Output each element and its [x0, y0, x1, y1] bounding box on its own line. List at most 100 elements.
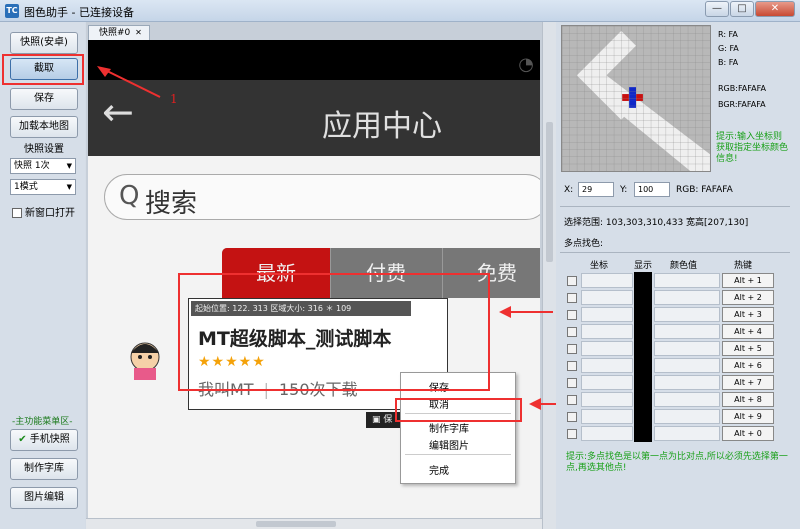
save-icon: ▣ — [372, 415, 381, 425]
color-field[interactable] — [654, 290, 720, 305]
wifi-icon: ◔ — [518, 54, 534, 75]
menu-item-done[interactable]: 完成 — [429, 462, 449, 477]
y-label: Y: — [620, 185, 628, 195]
coord-field[interactable] — [581, 375, 633, 390]
hotkey-button[interactable]: Alt + 1 — [722, 273, 774, 288]
col-header-hotkey: 热键 — [734, 261, 753, 271]
zoom-preview — [561, 25, 711, 172]
color-field[interactable] — [654, 358, 720, 373]
color-swatch — [634, 425, 652, 442]
mode-select[interactable]: 1模式 ▼ — [10, 179, 76, 195]
color-swatch — [634, 340, 652, 357]
save-button[interactable]: 保存 — [10, 88, 78, 110]
table-row: Alt + 2 — [562, 289, 782, 306]
annotation-arrow-2 — [499, 306, 553, 318]
color-field[interactable] — [654, 324, 720, 339]
load-local-image-button[interactable]: 加载本地图 — [10, 116, 78, 138]
row-checkbox[interactable] — [567, 276, 577, 286]
vertical-scrollbar[interactable] — [542, 22, 556, 529]
menu-item-make-library[interactable]: 制作字库 — [429, 420, 469, 435]
close-icon[interactable]: ✕ — [135, 28, 142, 37]
snapshot-count-select[interactable]: 快照 1次 ▼ — [10, 158, 76, 174]
coord-field[interactable] — [581, 307, 633, 322]
tab-label: 快照#0 — [99, 28, 131, 38]
row-checkbox[interactable] — [567, 412, 577, 422]
row-checkbox[interactable] — [567, 344, 577, 354]
row-checkbox[interactable] — [567, 327, 577, 337]
hotkey-button[interactable]: Alt + 2 — [722, 290, 774, 305]
color-swatch — [634, 306, 652, 323]
color-field[interactable] — [654, 409, 720, 424]
new-window-label: 新窗口打开 — [25, 208, 75, 219]
row-checkbox[interactable] — [567, 361, 577, 371]
coord-field[interactable] — [581, 341, 633, 356]
hotkey-button[interactable]: Alt + 3 — [722, 307, 774, 322]
snapshot-count-value: 快照 1次 — [14, 161, 50, 171]
table-row: Alt + 5 — [562, 340, 782, 357]
color-field[interactable] — [654, 307, 720, 322]
y-input[interactable]: 100 — [634, 182, 670, 197]
left-panel: 快照(安卓) 截取 保存 加载本地图 快照设置 快照 1次 ▼ 1模式 ▼ 新窗口打… — [0, 22, 85, 529]
coord-field[interactable] — [581, 392, 633, 407]
search-box: Q 搜索 — [104, 174, 540, 220]
divider — [560, 206, 790, 207]
avatar-image — [130, 342, 160, 380]
scrollbar-thumb[interactable] — [256, 521, 336, 527]
row-checkbox[interactable] — [567, 429, 577, 439]
hotkey-button[interactable]: Alt + 0 — [722, 426, 774, 441]
row-checkbox[interactable] — [567, 310, 577, 320]
color-field[interactable] — [654, 392, 720, 407]
coord-field[interactable] — [581, 273, 633, 288]
window-title: 图色助手 - 已连接设备 — [24, 6, 134, 19]
hotkey-button[interactable]: Alt + 6 — [722, 358, 774, 373]
x-input[interactable]: 29 — [578, 182, 614, 197]
color-field[interactable] — [654, 341, 720, 356]
multi-point-hint: 提示:多点找色是以第一点为比对点,所以必须先选择第一点,再选其他点! — [566, 452, 788, 473]
coord-field[interactable] — [581, 324, 633, 339]
color-swatch — [634, 289, 652, 306]
col-header-display: 显示 — [634, 261, 653, 271]
table-row: Alt + 0 — [562, 425, 782, 442]
scrollbar-thumb[interactable] — [546, 122, 553, 262]
color-field[interactable] — [654, 426, 720, 441]
coord-field[interactable] — [581, 426, 633, 441]
color-field[interactable] — [654, 273, 720, 288]
row-checkbox[interactable] — [567, 395, 577, 405]
table-row: Alt + 6 — [562, 357, 782, 374]
minimize-button[interactable]: — — [705, 1, 729, 17]
annotation-arrow-1 — [97, 66, 161, 98]
row-checkbox[interactable] — [567, 293, 577, 303]
color-swatch — [634, 374, 652, 391]
row-checkbox[interactable] — [567, 378, 577, 388]
table-row: Alt + 4 — [562, 323, 782, 340]
menu-item-edit-image[interactable]: 编辑图片 — [429, 437, 469, 452]
table-row: Alt + 7 — [562, 374, 782, 391]
phone-snapshot-button[interactable]: ✔ 手机快照 — [10, 429, 78, 451]
title-bar: TC 图色助手 - 已连接设备 — □ ✕ — [0, 0, 800, 22]
close-button[interactable]: ✕ — [755, 1, 795, 17]
right-panel: R: FA G: FA B: FA RGB:FAFAFA BGR:FAFAFA … — [556, 22, 800, 529]
coord-field[interactable] — [581, 290, 633, 305]
coord-field[interactable] — [581, 409, 633, 424]
snapshot-settings-label: 快照设置 — [24, 144, 64, 155]
color-field[interactable] — [654, 375, 720, 390]
maximize-button[interactable]: □ — [730, 1, 754, 17]
snapshot-android-button[interactable]: 快照(安卓) — [10, 32, 78, 54]
hotkey-button[interactable]: Alt + 9 — [722, 409, 774, 424]
hotkey-button[interactable]: Alt + 4 — [722, 324, 774, 339]
hotkey-button[interactable]: Alt + 8 — [722, 392, 774, 407]
selection-range: 选择范围: 103,303,310,433 宽高[207,130] — [564, 218, 749, 228]
annotation-box-2 — [178, 273, 490, 391]
hotkey-button[interactable]: Alt + 7 — [722, 375, 774, 390]
coord-field[interactable] — [581, 358, 633, 373]
edit-image-button[interactable]: 图片编辑 — [10, 487, 78, 509]
tab-snapshot-0[interactable]: 快照#0 ✕ — [88, 25, 150, 40]
main-menu-label: -主功能菜单区- — [12, 417, 73, 427]
new-window-checkbox[interactable]: 新窗口打开 — [12, 204, 75, 219]
horizontal-scrollbar[interactable] — [86, 518, 542, 529]
hotkey-button[interactable]: Alt + 5 — [722, 341, 774, 356]
search-text: 搜索 — [145, 189, 198, 219]
make-library-button[interactable]: 制作字库 — [10, 458, 78, 480]
checkbox-box[interactable] — [12, 208, 22, 218]
col-header-coord: 坐标 — [590, 261, 609, 271]
